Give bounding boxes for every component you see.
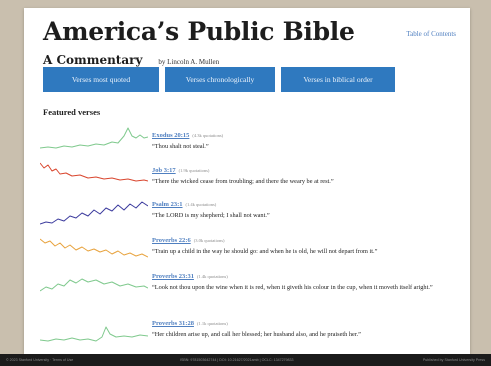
- sparkline-line: [40, 238, 148, 258]
- verse-text: “There the wicked cease from troubling; …: [152, 178, 334, 185]
- verse-text: “Her children arise up, and call her ble…: [152, 331, 361, 338]
- verse-reference-link[interactable]: Proverbs 31:28: [152, 320, 194, 327]
- quotation-count: (1.1k quotations): [196, 321, 228, 326]
- quotation-count: (4.3k quotations): [192, 133, 224, 138]
- sparkline-proverbs-23-31: [40, 278, 148, 292]
- footer-copyright[interactable]: © 2023 Stanford University · Terms of Us…: [6, 358, 73, 362]
- verse-item: Job 3:17 (1.9k quotations) “There the wic…: [152, 167, 462, 187]
- sparkline-job-3-17: [40, 162, 148, 182]
- sparkline-line: [40, 162, 148, 182]
- site-footer: © 2023 Stanford University · Terms of Us…: [0, 354, 491, 366]
- sparkline-proverbs-22-6: [40, 238, 148, 258]
- quotation-count: (1.4k quotations): [196, 274, 228, 279]
- verse-reference-link[interactable]: Proverbs 23:31: [152, 273, 194, 280]
- verse-item: Proverbs 22:6 (3.0k quotations) “Train up…: [152, 237, 462, 257]
- footer-isbn-doi: ISBN: 9781503642744 | DOI: 10.21627/2021…: [180, 358, 294, 362]
- verse-reference-link[interactable]: Exodus 20:15: [152, 132, 189, 139]
- verse-text: “The LORD is my shepherd; I shall not wa…: [152, 212, 270, 219]
- site-subtitle: A Commentary: [43, 53, 143, 67]
- verse-item: Psalm 23:1 (1.4k quotations) “The LORD is…: [152, 201, 462, 221]
- sparkline-line: [40, 201, 148, 225]
- verses-biblical-order-button[interactable]: Verses in biblical order: [281, 67, 395, 92]
- verse-text: “Thou shalt not steal.”: [152, 143, 209, 150]
- sparkline-line: [40, 127, 148, 149]
- verse-item: Proverbs 23:31 (1.4k quotations) “Look no…: [152, 273, 462, 293]
- verses-most-quoted-button[interactable]: Verses most quoted: [43, 67, 159, 92]
- verse-text: “Train up a child in the way he should g…: [152, 248, 378, 255]
- verse-text: “Look not thou upon the wine when it is …: [152, 284, 433, 291]
- sparkline-exodus-20-15: [40, 127, 148, 149]
- verses-chronologically-button[interactable]: Verses chronologically: [165, 67, 275, 92]
- featured-verses-heading: Featured verses: [43, 107, 101, 117]
- sparkline-line: [40, 278, 148, 292]
- verse-item: Exodus 20:15 (4.3k quotations) “Thou shal…: [152, 132, 462, 152]
- quotation-count: (3.0k quotations): [193, 238, 225, 243]
- verse-reference-link[interactable]: Proverbs 22:6: [152, 237, 191, 244]
- sparkline-psalm-23-1: [40, 201, 148, 225]
- quotation-count: (1.4k quotations): [185, 202, 217, 207]
- site-title[interactable]: America’s Public Bible: [43, 17, 355, 46]
- verse-reference-link[interactable]: Job 3:17: [152, 167, 176, 174]
- verse-item: Proverbs 31:28 (1.1k quotations) “Her chi…: [152, 320, 462, 340]
- footer-publisher: Published by Stanford University Press: [422, 358, 485, 362]
- table-of-contents-link[interactable]: Table of Contents: [406, 30, 456, 38]
- page-card: America’s Public Bible A Commentary by L…: [24, 8, 470, 354]
- sparkline-line: [40, 326, 148, 342]
- sparkline-proverbs-31-28: [40, 326, 148, 342]
- quotation-count: (1.9k quotations): [178, 168, 210, 173]
- author-byline: by Lincoln A. Mullen: [158, 58, 220, 66]
- verse-reference-link[interactable]: Psalm 23:1: [152, 201, 183, 208]
